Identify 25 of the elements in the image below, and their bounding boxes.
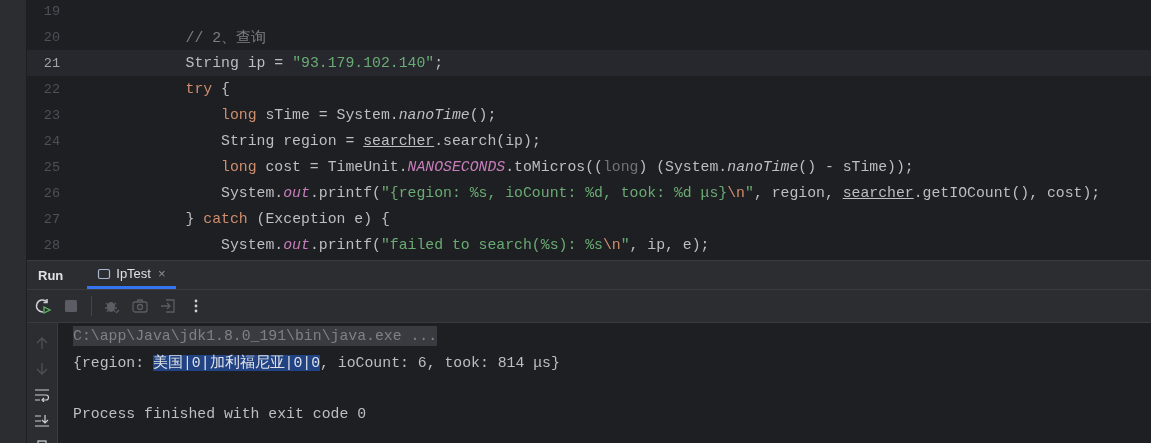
code-line: System.out.printf("failed to search(%s): %s\n", ip, e);	[220, 237, 710, 253]
scroll-to-end-icon[interactable]	[34, 414, 50, 428]
exit-icon	[159, 297, 177, 315]
window-icon	[97, 266, 112, 281]
more-icon	[193, 298, 199, 314]
code-line: String ip = "93.179.102.140";	[184, 55, 444, 71]
code-line: try {	[184, 81, 230, 97]
code-line: String region = searcher.search(ip);	[220, 133, 541, 149]
rerun-icon	[34, 297, 52, 315]
panel-title: Run	[38, 267, 64, 283]
down-arrow-icon[interactable]	[35, 362, 49, 376]
code-line: // 2、查询	[184, 28, 267, 47]
console-output: Process finished with exit code 0	[73, 406, 367, 422]
code-line: } catch (Exception e) {	[184, 211, 390, 227]
run-tab[interactable]: IpTest ×	[87, 261, 176, 289]
code-line: long cost = TimeUnit.NANOSECONDS.toMicros((long) (System.nanoTime() - sTime));	[220, 159, 914, 175]
code-line: System.out.printf("{region: %s, ioCount: %d, took: %d μs}\n", region, searcher.getIOCount(), cost);	[220, 185, 1101, 201]
soft-wrap-icon[interactable]	[34, 388, 50, 402]
stop-icon	[63, 298, 79, 314]
up-arrow-icon[interactable]	[35, 336, 49, 350]
console-output: {region: 美国|0|加利福尼亚|0|0, ioCount: 6, took: 814 μs}	[73, 353, 560, 372]
line-number: 21	[42, 55, 60, 71]
code-line: long sTime = System.nanoTime();	[220, 107, 497, 123]
close-icon[interactable]: ×	[157, 266, 166, 281]
camera-icon	[131, 297, 149, 315]
